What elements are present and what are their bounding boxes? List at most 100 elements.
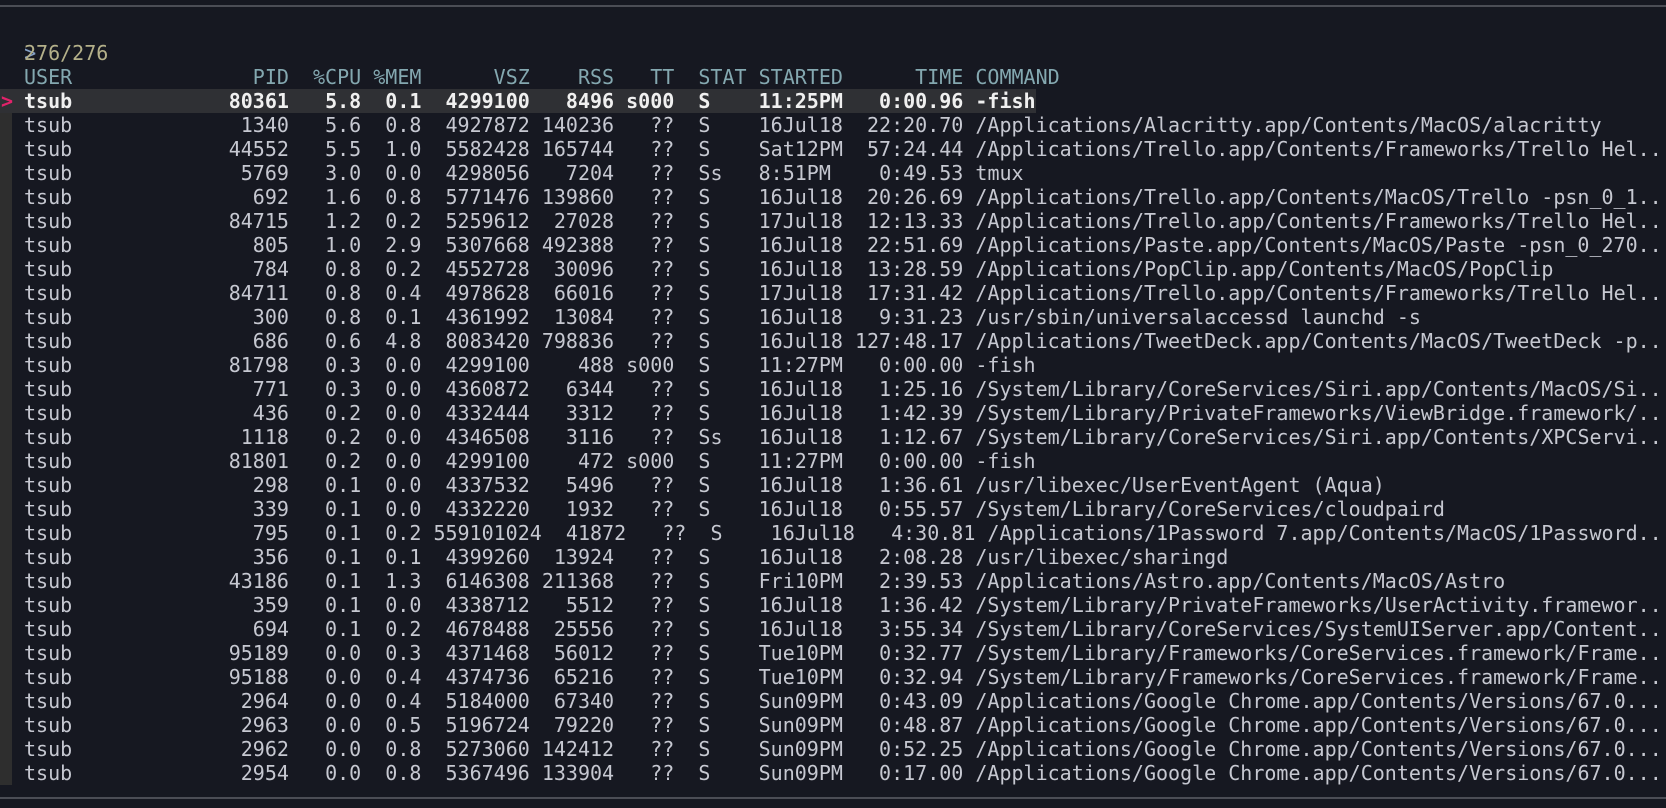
cell-stat: S	[698, 209, 711, 233]
row-gutter	[0, 689, 12, 713]
cell-pid: 686	[252, 329, 289, 353]
row-gutter	[0, 161, 12, 185]
cell-time: 0:48.87	[879, 713, 964, 737]
process-row[interactable]: tsub 436 0.2 0.0 4332444 3312 ?? S 16Jul…	[0, 401, 1662, 425]
cell-user: tsub	[24, 113, 73, 137]
row-gutter	[0, 593, 12, 617]
process-row[interactable]: tsub 686 0.6 4.8 8083420 798836 ?? S 16J…	[0, 329, 1662, 353]
cell-rss: 27028	[553, 209, 615, 233]
cell-cpu: 5.8	[325, 89, 362, 113]
cell-tt: ??	[650, 497, 675, 521]
process-row[interactable]: tsub 300 0.8 0.1 4361992 13084 ?? S 16Ju…	[0, 305, 1421, 329]
process-row[interactable]: tsub 95188 0.0 0.4 4374736 65216 ?? S Tu…	[0, 665, 1662, 689]
process-row-selected[interactable]: > tsub 80361 5.8 0.1 4299100 8496 s000 S …	[0, 89, 1036, 113]
cell-mem: 0.5	[385, 713, 422, 737]
cell-started: Tue10PM	[758, 665, 843, 689]
search-prompt[interactable]: >	[0, 17, 36, 65]
process-row[interactable]: tsub 2962 0.0 0.8 5273060 142412 ?? S Su…	[0, 737, 1662, 761]
cell-stat: S	[698, 641, 711, 665]
process-row[interactable]: tsub 795 0.1 0.2 559101024 41872 ?? S 16…	[0, 521, 1662, 545]
process-row[interactable]: tsub 359 0.1 0.0 4338712 5512 ?? S 16Jul…	[0, 593, 1662, 617]
cell-cpu: 0.0	[325, 713, 362, 737]
process-row[interactable]: tsub 771 0.3 0.0 4360872 6344 ?? S 16Jul…	[0, 377, 1662, 401]
cell-stat: S	[698, 473, 711, 497]
process-row[interactable]: tsub 2964 0.0 0.4 5184000 67340 ?? S Sun…	[0, 689, 1662, 713]
cell-tt: ??	[650, 665, 675, 689]
cell-rss: 492388	[541, 233, 615, 257]
cell-tt: ??	[650, 641, 675, 665]
cell-command: /Applications/Paste.app/Contents/MacOS/P…	[975, 233, 1662, 257]
cell-tt: ??	[650, 713, 675, 737]
cell-time: 1:12.67	[879, 425, 964, 449]
row-text: tsub 686 0.6 4.8 8083420 798836 ?? S 16J…	[12, 329, 1662, 353]
row-gutter	[0, 353, 12, 377]
cell-mem: 0.8	[385, 185, 422, 209]
cell-rss: 13924	[553, 545, 615, 569]
process-row[interactable]: tsub 84711 0.8 0.4 4978628 66016 ?? S 17…	[0, 281, 1662, 305]
cell-stat: Ss	[698, 161, 723, 185]
process-row[interactable]: tsub 339 0.1 0.0 4332220 1932 ?? S 16Jul…	[0, 497, 1445, 521]
cell-started: 8:51PM	[758, 161, 831, 185]
cell-pid: 84715	[228, 209, 289, 233]
cell-stat: S	[698, 617, 711, 641]
cell-vsz: 4298056	[445, 161, 530, 185]
cell-vsz: 6146308	[445, 569, 530, 593]
cell-user: tsub	[24, 737, 73, 761]
process-row[interactable]: tsub 5769 3.0 0.0 4298056 7204 ?? Ss 8:5…	[0, 161, 1024, 185]
cell-started: Tue10PM	[758, 641, 843, 665]
cell-rss: 1932	[565, 497, 615, 521]
cell-command: /usr/libexec/UserEventAgent (Aqua)	[975, 473, 1385, 497]
cell-vsz: 4978628	[445, 281, 530, 305]
cell-user: tsub	[24, 89, 73, 113]
cell-command: -fish	[975, 353, 1036, 377]
cell-vsz: 4299100	[445, 449, 530, 473]
cell-cpu: 0.0	[325, 761, 362, 785]
process-row[interactable]: tsub 43186 0.1 1.3 6146308 211368 ?? S F…	[0, 569, 1505, 593]
cell-user: tsub	[24, 377, 73, 401]
row-gutter	[0, 305, 12, 329]
cell-started: 11:27PM	[758, 449, 843, 473]
process-row[interactable]: tsub 84715 1.2 0.2 5259612 27028 ?? S 17…	[0, 209, 1662, 233]
cell-time: 57:24.44	[867, 137, 964, 161]
cell-tt: ??	[650, 377, 675, 401]
top-border	[0, 5, 1666, 7]
cell-vsz: 4299100	[445, 353, 530, 377]
cell-started: Sat12PM	[758, 137, 843, 161]
row-gutter	[0, 401, 12, 425]
cell-time: 2:08.28	[879, 545, 964, 569]
cell-user: tsub	[24, 209, 73, 233]
cell-cpu: 0.2	[325, 425, 362, 449]
process-row[interactable]: tsub 805 1.0 2.9 5307668 492388 ?? S 16J…	[0, 233, 1662, 257]
process-row[interactable]: tsub 784 0.8 0.2 4552728 30096 ?? S 16Ju…	[0, 257, 1553, 281]
process-row[interactable]: tsub 356 0.1 0.1 4399260 13924 ?? S 16Ju…	[0, 545, 1228, 569]
row-text: tsub 2954 0.0 0.8 5367496 133904 ?? S Su…	[12, 761, 1662, 785]
cell-started: 16Jul18	[758, 545, 843, 569]
row-gutter	[0, 641, 12, 665]
cell-vsz: 4299100	[445, 89, 530, 113]
process-row[interactable]: tsub 692 1.6 0.8 5771476 139860 ?? S 16J…	[0, 185, 1662, 209]
cell-rss: 56012	[553, 641, 615, 665]
process-row[interactable]: tsub 2963 0.0 0.5 5196724 79220 ?? S Sun…	[0, 713, 1662, 737]
process-row[interactable]: tsub 1118 0.2 0.0 4346508 3116 ?? Ss 16J…	[0, 425, 1662, 449]
header-time: TIME	[915, 65, 964, 89]
process-row[interactable]: tsub 1340 5.6 0.8 4927872 140236 ?? S 16…	[0, 113, 1602, 137]
cell-time: 0:17.00	[879, 761, 964, 785]
row-gutter	[0, 257, 12, 281]
cell-tt: ??	[650, 473, 675, 497]
cell-pid: 795	[252, 521, 289, 545]
cell-started: 16Jul18	[758, 593, 843, 617]
cell-vsz: 4678488	[445, 617, 530, 641]
cell-pid: 805	[252, 233, 289, 257]
cell-stat: S	[698, 377, 711, 401]
process-row[interactable]: tsub 81801 0.2 0.0 4299100 472 s000 S 11…	[0, 449, 1036, 473]
cell-cpu: 0.6	[325, 329, 362, 353]
process-row[interactable]: tsub 81798 0.3 0.0 4299100 488 s000 S 11…	[0, 353, 1036, 377]
cell-time: 1:42.39	[879, 401, 964, 425]
process-row[interactable]: tsub 95189 0.0 0.3 4371468 56012 ?? S Tu…	[0, 641, 1662, 665]
process-row[interactable]: tsub 2954 0.0 0.8 5367496 133904 ?? S Su…	[0, 761, 1662, 785]
cell-tt: ??	[650, 305, 675, 329]
cell-started: Sun09PM	[758, 737, 843, 761]
process-row[interactable]: tsub 298 0.1 0.0 4337532 5496 ?? S 16Jul…	[0, 473, 1385, 497]
process-row[interactable]: tsub 694 0.1 0.2 4678488 25556 ?? S 16Ju…	[0, 617, 1662, 641]
process-row[interactable]: tsub 44552 5.5 1.0 5582428 165744 ?? S S…	[0, 137, 1662, 161]
